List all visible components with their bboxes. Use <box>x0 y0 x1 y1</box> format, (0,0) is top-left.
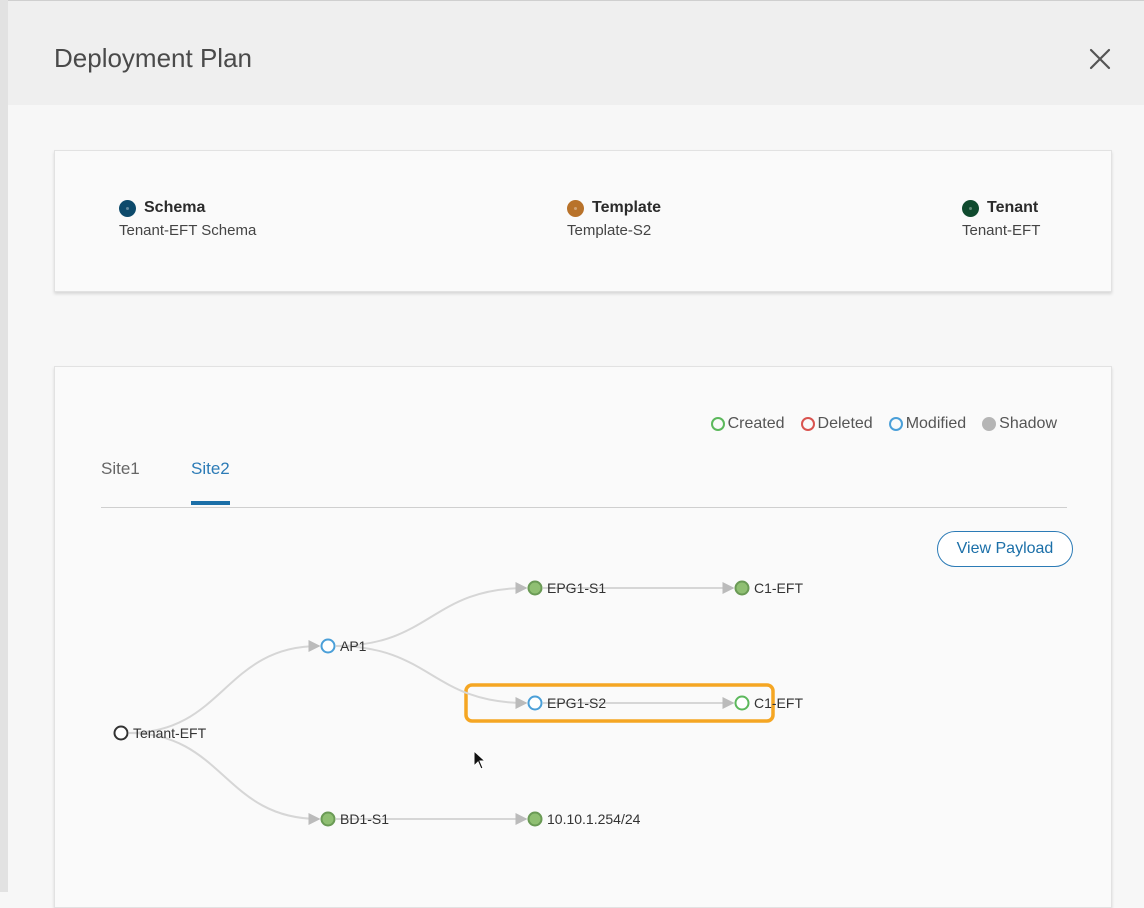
node-modified-icon <box>527 695 543 711</box>
template-value: Template-S2 <box>567 222 652 239</box>
node-label: EPG1-S1 <box>547 580 606 596</box>
graph-edge <box>128 732 321 825</box>
schema-label: Schema <box>144 199 206 216</box>
tenant-value: Tenant-EFT <box>962 222 1041 239</box>
node-shadow-icon <box>527 580 543 596</box>
tenant-label: Tenant <box>987 199 1039 216</box>
modal-header: Deployment Plan <box>8 0 1144 105</box>
template-summary: Template Template-S2 <box>567 199 661 239</box>
tenant-summary: Tenant Tenant-EFT <box>962 199 1040 239</box>
node-label: BD1-S1 <box>340 811 389 827</box>
node-modified-icon <box>320 638 336 654</box>
background-window-edge <box>0 0 8 892</box>
deployment-plan-card: Created Deleted Modified Shadow Site1 Si… <box>54 366 1112 908</box>
node-shadow-icon <box>527 811 543 827</box>
graph-edge <box>335 645 528 709</box>
node-created-icon <box>734 695 750 711</box>
graph-node-bd1s1[interactable]: BD1-S1 <box>320 811 390 827</box>
mouse-cursor-icon <box>473 750 487 770</box>
node-shadow-icon <box>734 580 750 596</box>
node-root-icon <box>113 725 129 741</box>
modal-title: Deployment Plan <box>54 43 252 73</box>
graph-node-c1eft-top[interactable]: C1-EFT <box>734 580 804 596</box>
node-label: C1-EFT <box>754 580 803 596</box>
schema-summary: Schema Tenant-EFT Schema <box>119 199 256 239</box>
template-label: Template <box>592 199 662 216</box>
graph-node-epg1s1[interactable]: EPG1-S1 <box>527 580 607 596</box>
node-label: C1-EFT <box>754 695 803 711</box>
node-label: Tenant-EFT <box>133 725 207 741</box>
schema-icon <box>119 199 136 217</box>
graph-node-subnet[interactable]: 10.10.1.254/24 <box>527 811 641 827</box>
schema-value: Tenant-EFT Schema <box>119 222 257 239</box>
graph-node-epg1s2[interactable]: EPG1-S2 <box>527 695 607 711</box>
deployment-plan-modal: Deployment Plan Schema Tenant-EFT Schema… <box>8 0 1144 908</box>
summary-card: Schema Tenant-EFT Schema Template Templa… <box>54 150 1112 292</box>
node-label: EPG1-S2 <box>547 695 606 711</box>
close-icon[interactable] <box>1086 45 1114 73</box>
template-icon <box>567 199 584 217</box>
graph-node-tenant[interactable]: Tenant-EFT <box>113 725 207 741</box>
deployment-tree-graph: Tenant-EFT AP1 EPG1-S1 C1-EFT EPG1-S2 C1-EFT B… <box>113 580 804 827</box>
node-label: AP1 <box>340 638 367 654</box>
tenant-icon <box>962 199 979 217</box>
graph-node-c1eft-mid[interactable]: C1-EFT <box>734 695 804 711</box>
graph-edge <box>128 640 321 734</box>
node-shadow-icon <box>320 811 336 827</box>
node-label: 10.10.1.254/24 <box>547 811 641 827</box>
graph-node-ap1[interactable]: AP1 <box>320 638 367 654</box>
